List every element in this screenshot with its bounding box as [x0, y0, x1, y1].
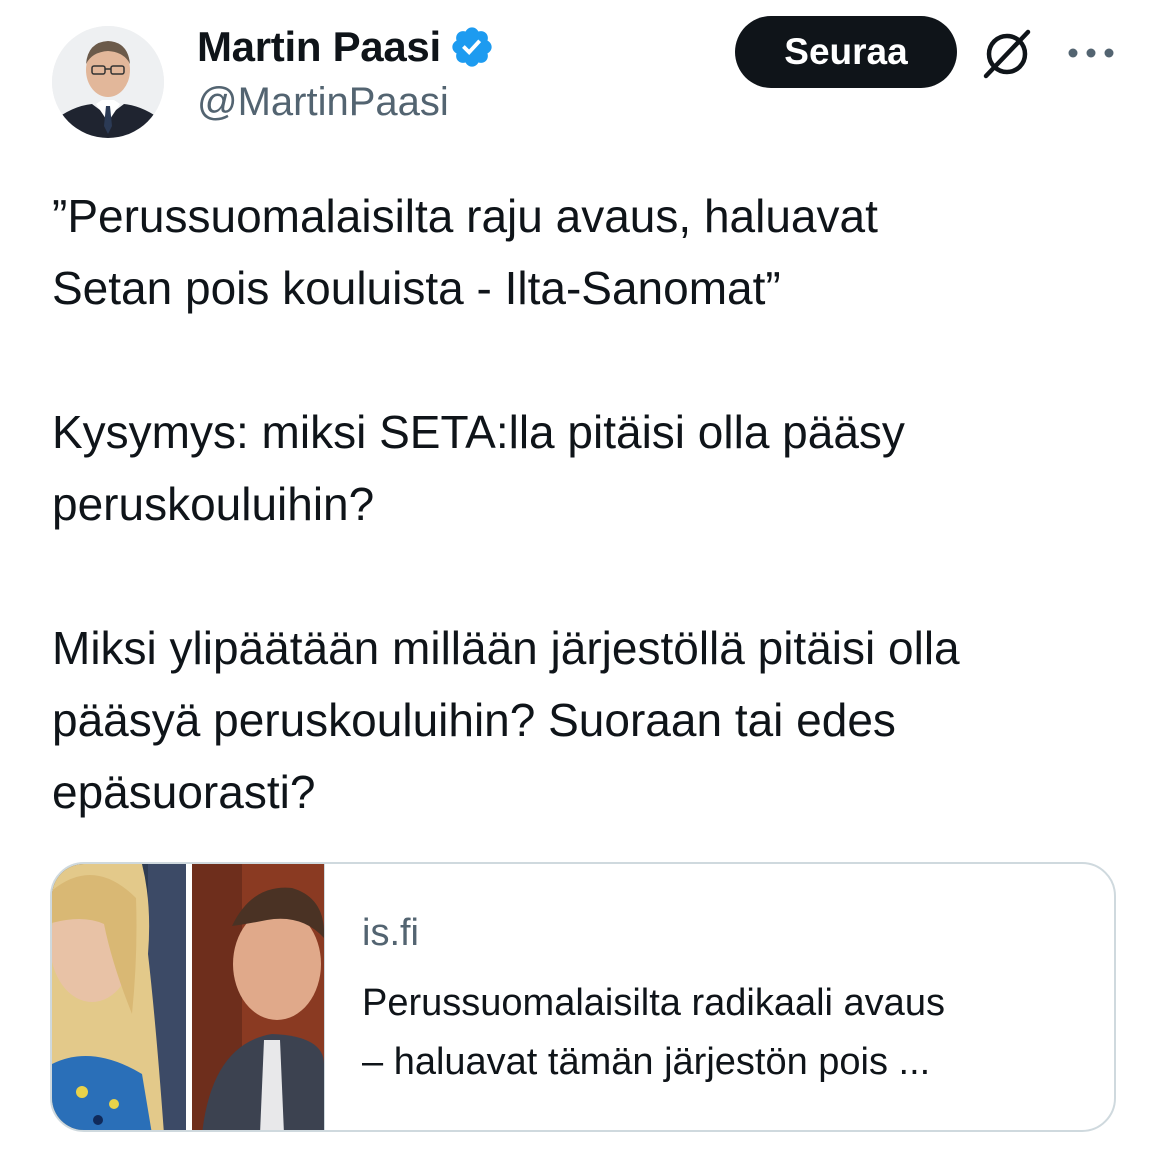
grok-icon[interactable]: [976, 26, 1038, 82]
author-handle[interactable]: @MartinPaasi: [197, 80, 449, 125]
verified-badge-icon[interactable]: [449, 24, 495, 70]
tweet-text: ”Perussuomalaisilta raju avaus, haluavat…: [52, 180, 1132, 828]
link-preview-thumbnail[interactable]: [52, 864, 325, 1130]
author-display-name[interactable]: Martin Paasi: [197, 23, 441, 71]
tweet-paragraph: Kysymys: miksi SETA:lla pitäisi olla pää…: [52, 406, 905, 530]
avatar-image: [52, 26, 164, 138]
author-avatar[interactable]: [52, 26, 164, 138]
link-preview-card[interactable]: is.fi Perussuomalaisilta radikaali avaus…: [50, 862, 1116, 1132]
thumbnail-image: [52, 864, 324, 1130]
tweet-paragraph: ”Perussuomalaisilta raju avaus, haluavat…: [52, 190, 878, 314]
follow-button[interactable]: Seuraa: [735, 16, 957, 88]
author-name-row[interactable]: Martin Paasi: [197, 22, 495, 72]
link-preview-title[interactable]: Perussuomalaisilta radikaali avaus – hal…: [362, 974, 1092, 1092]
more-options-icon[interactable]: [1066, 40, 1116, 66]
tweet-paragraph: Miksi ylipäätään millään järjestöllä pit…: [52, 622, 960, 818]
link-preview-domain[interactable]: is.fi: [362, 912, 419, 955]
